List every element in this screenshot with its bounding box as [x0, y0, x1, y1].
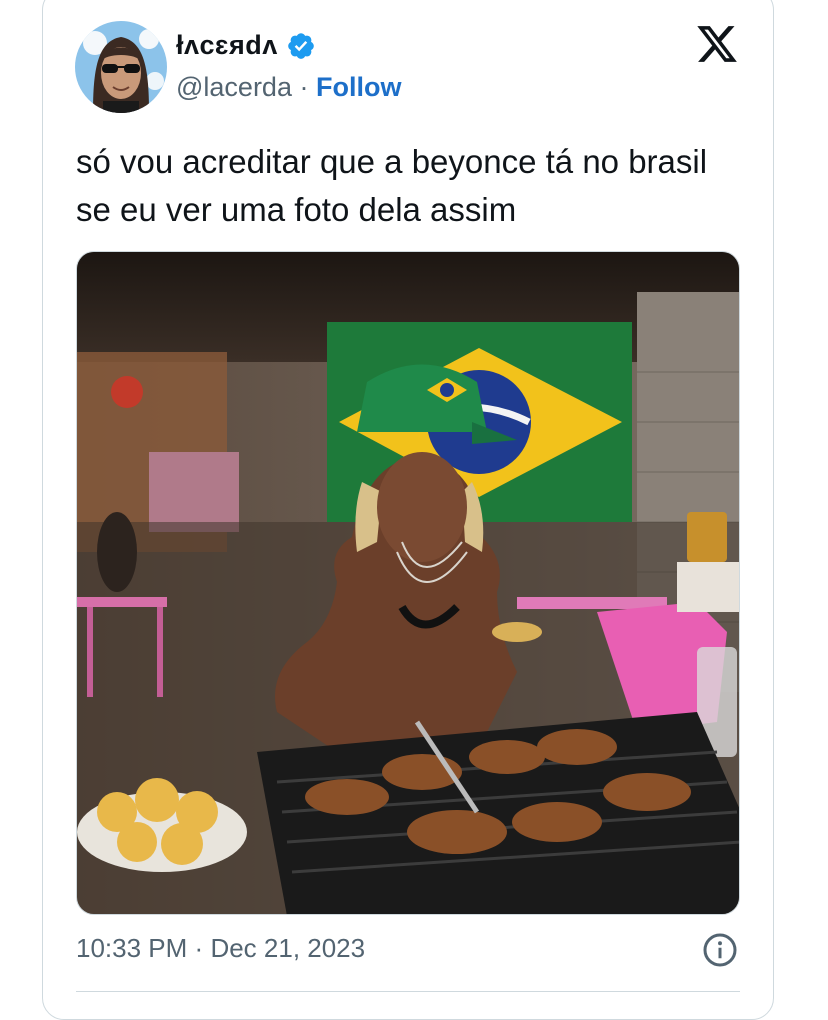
tweet-timestamp[interactable]: 10:33 PM · Dec 21, 2023 — [76, 933, 365, 964]
handle-separator: · — [299, 72, 309, 102]
author-display-name[interactable]: łᴧcɛяdᴧ — [176, 30, 278, 61]
avatar-image — [75, 21, 167, 113]
tweet-date: Dec 21, 2023 — [210, 933, 366, 963]
author-handle-row: @lacerda · Follow — [176, 72, 401, 103]
info-icon[interactable] — [702, 932, 738, 968]
grill-scene-image — [77, 252, 739, 914]
verified-badge-icon — [287, 32, 314, 59]
tweet-text: só vou acreditar que a beyonce tá no bra… — [76, 143, 708, 228]
tweet-time: 10:33 PM — [76, 933, 188, 963]
follow-button[interactable]: Follow — [316, 72, 401, 102]
author-name-row[interactable]: łᴧcɛяdᴧ — [176, 30, 316, 61]
tweet-photo[interactable] — [76, 251, 740, 915]
timestamp-separator: · — [194, 933, 204, 963]
x-logo-icon[interactable] — [694, 22, 740, 66]
footer-divider — [76, 991, 740, 992]
author-handle[interactable]: @lacerda — [176, 72, 292, 102]
author-avatar[interactable] — [75, 21, 167, 113]
